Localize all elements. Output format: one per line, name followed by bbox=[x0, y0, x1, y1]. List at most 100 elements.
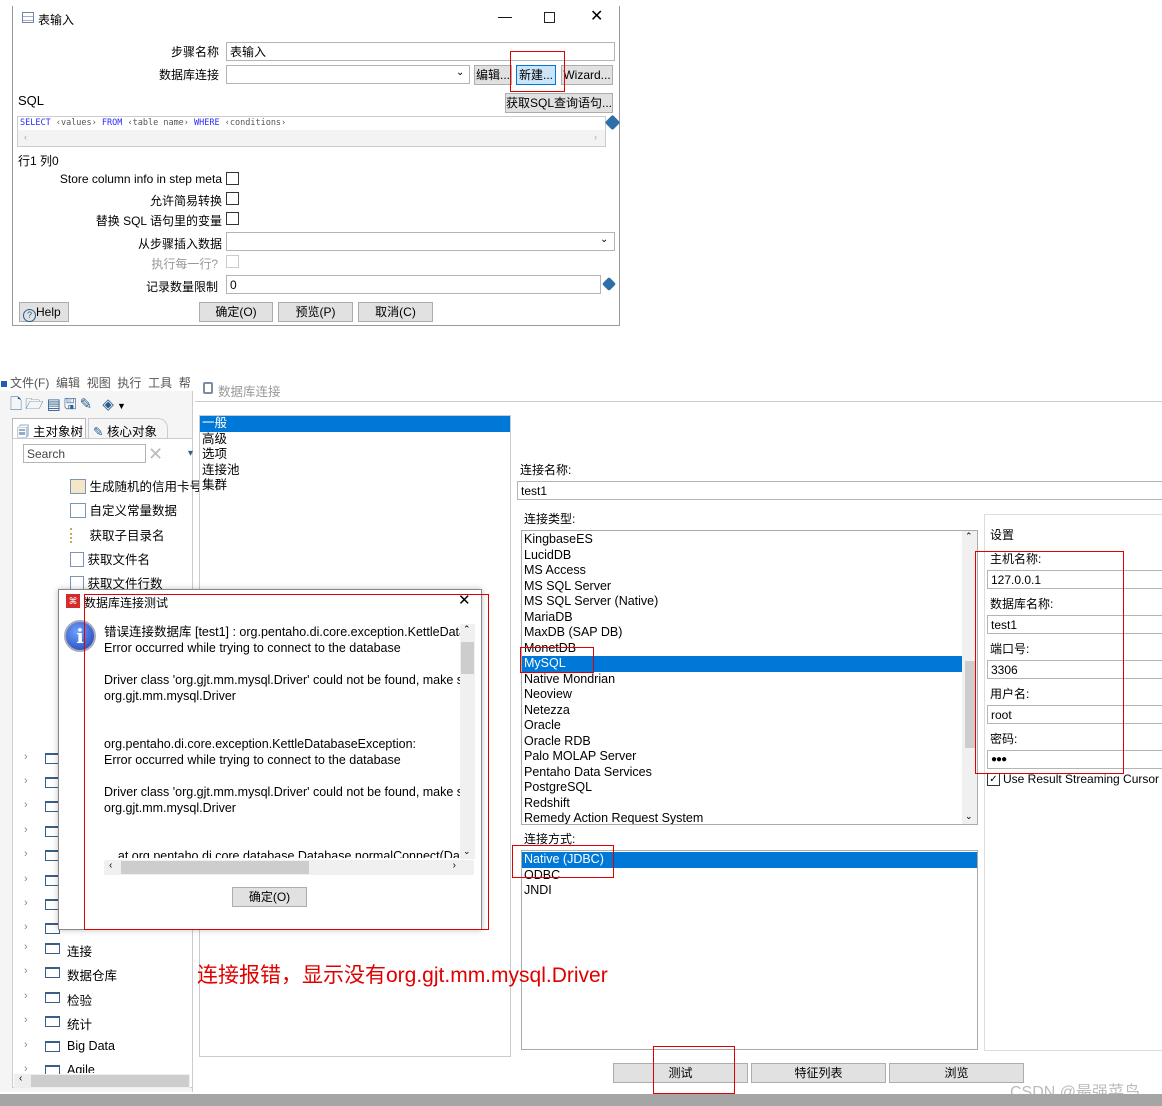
explore-icon[interactable]: ▤ bbox=[47, 396, 64, 413]
save-as-icon[interactable]: ✎ bbox=[80, 396, 96, 413]
menu-item[interactable]: 帮 bbox=[179, 376, 191, 390]
cursor-position: 行1 列0 bbox=[18, 154, 59, 168]
ok-button[interactable]: 确定(O) bbox=[199, 302, 273, 322]
search-input[interactable]: Search bbox=[23, 444, 146, 463]
nav-item-clustering[interactable]: 集群 bbox=[200, 478, 510, 494]
close-button[interactable]: ✕ bbox=[590, 6, 603, 26]
features-button[interactable]: 特征列表 bbox=[751, 1063, 886, 1083]
preview-button[interactable]: 预览(P) bbox=[278, 302, 353, 322]
tree-folder-label[interactable]: Agile bbox=[67, 1063, 95, 1073]
edit-button[interactable]: 编辑... bbox=[474, 65, 512, 85]
subfolder-icon bbox=[70, 528, 86, 543]
menu-item[interactable]: 工具 bbox=[148, 376, 172, 390]
connection-type-item[interactable]: Redshift bbox=[522, 796, 962, 812]
connection-type-item[interactable]: LucidDB bbox=[522, 548, 962, 564]
connection-type-item[interactable]: Oracle RDB bbox=[522, 734, 962, 750]
connection-type-item[interactable]: Remedy Action Request System bbox=[522, 811, 962, 824]
connection-type-item[interactable]: MS SQL Server (Native) bbox=[522, 594, 962, 610]
connection-type-item[interactable]: Pentaho Data Services bbox=[522, 765, 962, 781]
connection-type-item[interactable]: Netezza bbox=[522, 703, 962, 719]
tree-folder-label[interactable]: 数据仓库 bbox=[67, 965, 117, 984]
folder-icon bbox=[45, 992, 60, 1003]
connection-type-item[interactable]: MariaDB bbox=[522, 610, 962, 626]
tree-item[interactable]: 自定义常量数据 bbox=[70, 500, 177, 519]
access-method-item[interactable]: JNDI bbox=[522, 883, 977, 899]
open-file-icon[interactable]: 🗁 bbox=[25, 396, 47, 413]
chevron-right-icon[interactable]: › bbox=[24, 775, 28, 787]
db-connection-select[interactable] bbox=[226, 65, 470, 84]
constant-icon bbox=[70, 503, 86, 518]
connection-name-input[interactable]: test1 bbox=[517, 481, 1162, 500]
nav-item-advanced[interactable]: 高级 bbox=[200, 432, 510, 448]
connection-type-item[interactable]: Neoview bbox=[522, 687, 962, 703]
wizard-button[interactable]: Wizard... bbox=[561, 65, 613, 85]
connection-type-item[interactable]: KingbaseES bbox=[522, 532, 962, 548]
tree-folder-label[interactable]: Big Data bbox=[67, 1039, 115, 1053]
chevron-right-icon[interactable]: › bbox=[24, 897, 28, 909]
sql-text: ‹conditions› bbox=[219, 118, 287, 128]
sql-editor[interactable]: SELECT ‹values› FROM ‹table name› WHERE … bbox=[17, 116, 606, 147]
connection-type-item[interactable]: MS SQL Server bbox=[522, 579, 962, 595]
tree-item[interactable]: 生成随机的信用卡号 bbox=[70, 476, 202, 495]
tree-folder-label[interactable]: 连接 bbox=[67, 941, 92, 960]
tree-folder-label[interactable]: 统计 bbox=[67, 1014, 92, 1033]
clear-search-icon[interactable]: ✕ bbox=[148, 444, 163, 465]
menu-item[interactable]: 编辑 bbox=[56, 376, 80, 390]
chevron-right-icon[interactable]: › bbox=[24, 751, 28, 763]
chevron-right-icon[interactable]: › bbox=[24, 921, 28, 933]
chevron-right-icon[interactable]: › bbox=[24, 873, 28, 885]
connection-type-item[interactable]: Palo MOLAP Server bbox=[522, 749, 962, 765]
maximize-button[interactable] bbox=[544, 12, 555, 23]
connection-type-item[interactable]: MS Access bbox=[522, 563, 962, 579]
tree-folder-label[interactable]: 检验 bbox=[67, 990, 92, 1009]
dropdown-icon[interactable]: ▼ bbox=[117, 401, 129, 411]
nav-item-general[interactable]: 一般 bbox=[200, 416, 510, 432]
tree-item[interactable]: 获取子目录名 bbox=[70, 525, 165, 544]
explore-button[interactable]: 浏览 bbox=[889, 1063, 1024, 1083]
tree-hscrollbar[interactable]: ‹ bbox=[14, 1073, 190, 1088]
connection-type-item[interactable]: MaxDB (SAP DB) bbox=[522, 625, 962, 641]
minimize-button[interactable]: — bbox=[498, 8, 512, 24]
insert-from-step-select[interactable] bbox=[226, 232, 615, 251]
lazy-conversion-checkbox[interactable] bbox=[226, 192, 239, 205]
execute-each-row-checkbox[interactable] bbox=[226, 255, 239, 268]
new-file-icon[interactable]: 🗋 bbox=[10, 396, 25, 413]
connection-type-item[interactable]: Oracle bbox=[522, 718, 962, 734]
connection-type-item[interactable]: Native Mondrian bbox=[522, 672, 962, 688]
chevron-right-icon[interactable]: › bbox=[24, 990, 28, 1002]
replace-variables-checkbox[interactable] bbox=[226, 212, 239, 225]
chevron-right-icon[interactable]: › bbox=[24, 799, 28, 811]
chevron-right-icon[interactable]: › bbox=[24, 1039, 28, 1051]
expand-icon[interactable]: ▾ bbox=[188, 448, 193, 459]
menu-item[interactable]: 视图 bbox=[87, 376, 111, 390]
chevron-right-icon[interactable]: › bbox=[24, 824, 28, 836]
nav-item-options[interactable]: 选项 bbox=[200, 447, 510, 463]
chevron-right-icon[interactable]: › bbox=[24, 848, 28, 860]
scroll-left-icon[interactable]: ‹ bbox=[24, 132, 27, 142]
chevron-right-icon[interactable]: › bbox=[24, 965, 28, 977]
streaming-cursor-checkbox[interactable]: ✓ bbox=[987, 773, 1000, 786]
sql-keyword: WHERE bbox=[194, 118, 220, 128]
scroll-right-icon[interactable]: › bbox=[594, 132, 597, 142]
tab-main-tree[interactable]: 🗐 主对象树 bbox=[12, 418, 86, 439]
menu-item[interactable]: 执行 bbox=[117, 376, 141, 390]
help-button[interactable]: ? Help bbox=[19, 302, 69, 322]
menu-item[interactable]: 文件(F) bbox=[10, 376, 49, 390]
tab-core-objects[interactable]: ✎ 核心对象 bbox=[88, 418, 168, 439]
highlight-box bbox=[975, 551, 1124, 774]
save-icon[interactable]: 🖫 bbox=[64, 396, 80, 413]
annotation: 连接报错，显示没有org.gjt.mm.mysql.Driver bbox=[197, 964, 608, 987]
layers-icon[interactable]: ◈ bbox=[102, 396, 117, 413]
limit-input[interactable]: 0 bbox=[226, 275, 601, 294]
sql-text: ‹values› bbox=[50, 118, 102, 128]
tree-item[interactable]: 获取文件名 bbox=[70, 549, 150, 568]
nav-item-pooling[interactable]: 连接池 bbox=[200, 463, 510, 479]
store-column-info-label: Store column info in step meta bbox=[59, 172, 222, 186]
cancel-button[interactable]: 取消(C) bbox=[358, 302, 433, 322]
chevron-right-icon[interactable]: › bbox=[24, 941, 28, 953]
connection-type-item[interactable]: PostgreSQL bbox=[522, 780, 962, 796]
chevron-right-icon[interactable]: › bbox=[24, 1014, 28, 1026]
store-column-info-checkbox[interactable] bbox=[226, 172, 239, 185]
get-sql-button[interactable]: 获取SQL查询语句... bbox=[505, 93, 613, 113]
sql-keyword: FROM bbox=[101, 118, 123, 128]
